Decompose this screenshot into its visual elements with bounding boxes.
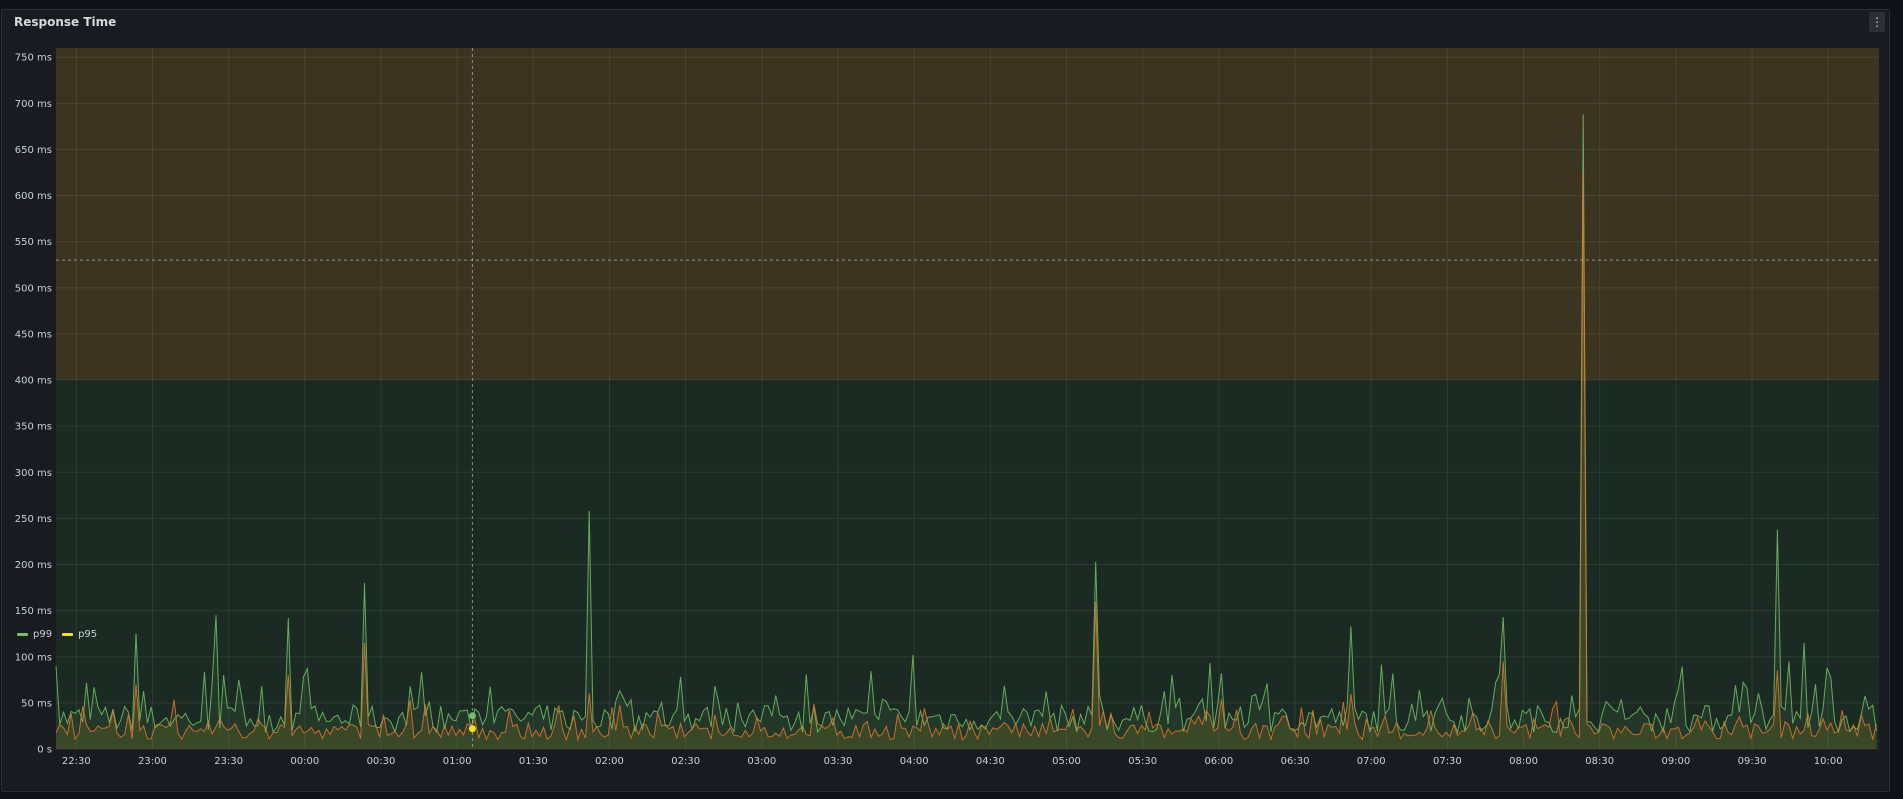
y-tick-label: 0 s [37,745,52,756]
y-tick-label: 300 ms [15,468,52,479]
x-tick-label: 05:30 [1128,756,1157,767]
x-tick-label: 02:30 [671,756,700,767]
x-tick-label: 01:30 [519,756,548,767]
response-time-chart[interactable]: 0 s 50 ms 100 ms 150 ms 200 ms 250 ms 300 ms 35… [0,0,1903,799]
y-tick-label: 450 ms [15,329,52,340]
x-tick-label: 23:00 [138,756,167,767]
legend-item-p95[interactable]: p95 [62,629,97,640]
legend-label-p95: p95 [78,629,98,640]
x-tick-label: 05:00 [1052,756,1081,767]
x-tick-label: 09:00 [1661,756,1690,767]
x-tick-label: 03:30 [824,756,853,767]
y-tick-label: 250 ms [15,514,52,525]
x-tick-label: 07:00 [1357,756,1386,767]
y-tick-label: 150 ms [15,606,52,617]
x-tick-label: 06:30 [1281,756,1310,767]
x-tick-label: 04:30 [976,756,1005,767]
y-tick-label: 400 ms [15,376,52,387]
x-tick-label: 23:30 [214,756,243,767]
x-tick-label: 08:00 [1509,756,1538,767]
threshold-band-warning [56,48,1879,381]
x-tick-label: 09:30 [1738,756,1767,767]
legend-swatch-p99 [17,633,28,636]
x-tick-label: 04:00 [900,756,929,767]
x-tick-label: 08:30 [1585,756,1614,767]
y-tick-label: 50 ms [21,698,52,709]
y-tick-label: 650 ms [15,145,52,156]
legend: p99 p95 [17,629,97,640]
y-tick-label: 600 ms [15,191,52,202]
crosshair-point-p99 [468,712,476,720]
x-tick-label: 01:00 [443,756,472,767]
x-tick-label: 03:00 [747,756,776,767]
x-tick-label: 02:00 [595,756,624,767]
y-tick-label: 500 ms [15,283,52,294]
y-tick-label: 700 ms [15,99,52,110]
y-tick-label: 550 ms [15,237,52,248]
x-tick-label: 10:00 [1814,756,1843,767]
x-tick-label: 00:00 [290,756,319,767]
x-tick-label: 00:30 [367,756,396,767]
legend-item-p99[interactable]: p99 [17,629,52,640]
y-tick-label: 100 ms [15,652,52,663]
crosshair-point-p95 [468,725,476,733]
x-tick-label: 06:00 [1204,756,1233,767]
y-tick-label: 200 ms [15,560,52,571]
legend-swatch-p95 [62,633,74,636]
y-tick-label: 350 ms [15,422,52,433]
y-tick-label: 750 ms [15,53,52,64]
legend-label-p99: p99 [33,629,53,640]
x-tick-label: 07:30 [1433,756,1462,767]
x-tick-label: 22:30 [62,756,91,767]
